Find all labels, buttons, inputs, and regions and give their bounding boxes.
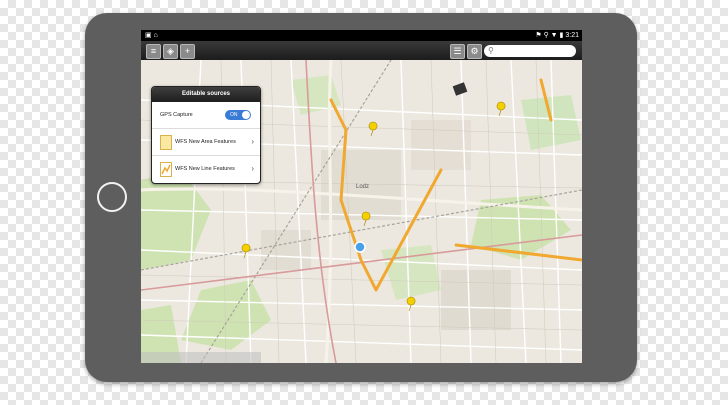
map-toolbar: ≡ ◈ + ☰ ⚙ ⚲ <box>141 41 582 60</box>
status-bar: ▣ ⌂ ⚑ ⚲ ▼ ▮ 3:21 <box>141 30 582 41</box>
status-time: 3:21 <box>565 32 579 39</box>
search-input[interactable]: ⚲ <box>484 45 576 57</box>
menu-button[interactable]: ≡ <box>146 44 161 59</box>
gps-capture-toggle[interactable]: ON <box>225 110 251 120</box>
settings-button[interactable]: ⚙ <box>467 44 482 59</box>
area-icon <box>160 135 172 150</box>
source-row-area[interactable]: WFS New Area Features › <box>152 129 260 156</box>
source-row-gps: GPS Capture ON <box>152 102 260 129</box>
list-button[interactable]: ☰ <box>450 44 465 59</box>
device-screen: ▣ ⌂ ⚑ ⚲ ▼ ▮ 3:21 ≡ ◈ + ☰ ⚙ ⚲ Lodz Editab… <box>141 30 582 363</box>
line-features-label: WFS New Line Features <box>175 166 235 172</box>
home-button[interactable] <box>97 182 127 212</box>
add-button[interactable]: + <box>180 44 195 59</box>
line-icon <box>160 162 172 177</box>
add-icon: + <box>184 46 191 56</box>
area-features-label: WFS New Area Features <box>175 139 236 145</box>
status-icons: ⚑ ⚲ ▼ ▮ <box>535 32 564 39</box>
toggle-knob <box>242 111 250 119</box>
source-row-line[interactable]: WFS New Line Features › <box>152 156 260 182</box>
city-label: Lodz <box>356 184 369 190</box>
map-bottom-bar <box>141 352 261 363</box>
status-left-icons: ▣ ⌂ <box>145 32 158 39</box>
chevron-right-icon: › <box>251 137 254 146</box>
list-icon: ☰ <box>453 46 462 56</box>
gps-capture-label: GPS Capture <box>160 112 193 118</box>
layers-icon: ◈ <box>167 46 174 56</box>
panel-title: Editable sources <box>152 87 260 102</box>
status-right: ⚑ ⚲ ▼ ▮ 3:21 <box>535 30 579 41</box>
gear-icon: ⚙ <box>470 46 479 56</box>
tablet-frame: ▣ ⌂ ⚑ ⚲ ▼ ▮ 3:21 ≡ ◈ + ☰ ⚙ ⚲ Lodz Editab… <box>85 13 637 382</box>
chevron-right-icon: › <box>251 164 254 173</box>
layers-button[interactable]: ◈ <box>163 44 178 59</box>
toggle-state: ON <box>230 112 238 118</box>
editable-sources-panel: Editable sources GPS Capture ON WFS New … <box>151 86 261 184</box>
menu-icon: ≡ <box>150 46 157 56</box>
search-icon: ⚲ <box>488 46 494 55</box>
